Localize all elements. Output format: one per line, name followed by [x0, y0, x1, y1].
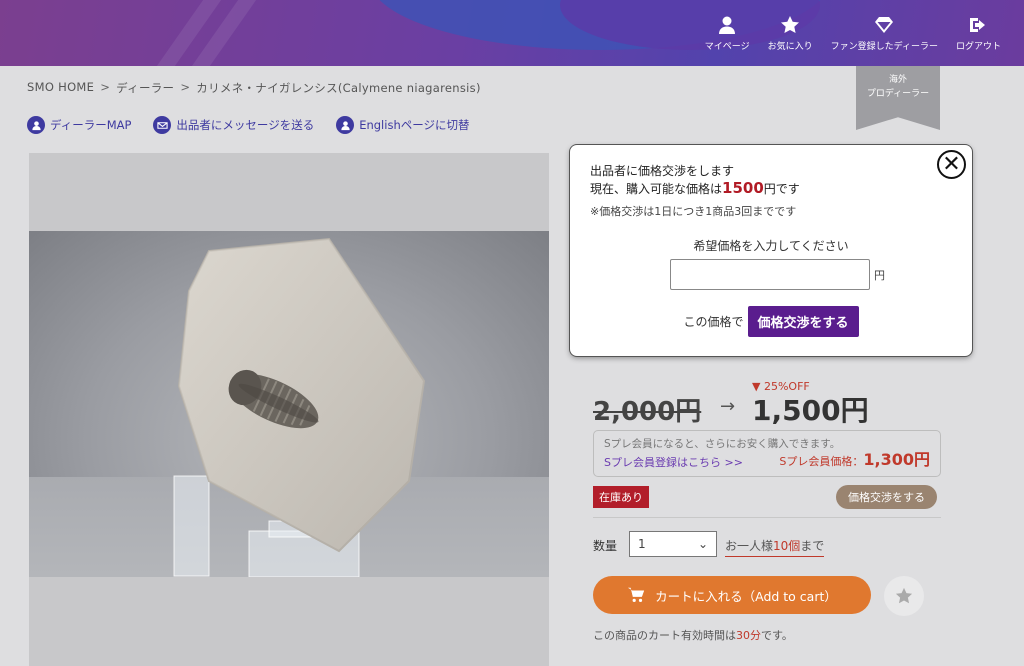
nav-label: ファン登録したディーラー: [830, 41, 938, 52]
popup-line2-pre: 現在、購入可能な価格は: [590, 182, 723, 196]
mail-icon: [153, 116, 172, 134]
original-price: 2,000円: [593, 397, 702, 427]
nav-label: マイページ: [704, 41, 750, 52]
breadcrumb: SMO HOME > ディーラー > カリメネ・ナイガレンシス(Calymene…: [27, 80, 481, 96]
price-input-row: 円: [670, 259, 885, 290]
current-price: 1,500円: [752, 394, 869, 427]
user-circle-icon: [27, 116, 45, 134]
nav-logout[interactable]: ログアウト: [947, 0, 1010, 66]
site-header: マイページ お気に入り ファン登録したディーラー ログアウト: [0, 0, 1024, 66]
nav-label: ログアウト: [955, 41, 1001, 52]
breadcrumb-home[interactable]: SMO HOME: [27, 80, 94, 96]
divider: [593, 517, 941, 518]
member-price-label: Sプレ会員価格：: [779, 455, 864, 468]
link-label: ディーラーMAP: [50, 118, 132, 132]
cart-time-post: です。: [761, 629, 793, 642]
quantity-select[interactable]: 1 ⌄: [629, 531, 717, 557]
close-icon[interactable]: ✕: [937, 150, 966, 179]
user-icon: [719, 16, 736, 34]
cart-icon: [628, 587, 645, 603]
purchase-limit: お一人様10個まで: [725, 537, 825, 557]
spre-member-price: Sプレ会員価格：1,300円: [779, 446, 930, 470]
price-arrow: →: [720, 396, 736, 417]
cart-time-note: この商品のカート有効時間は30分です。: [593, 627, 793, 643]
price-negotiation-modal: ✕ 出品者に価格交渉をします 現在、購入可能な価格は1500円です ※価格交渉は…: [570, 145, 972, 356]
logout-icon: [970, 17, 986, 32]
nav-label: お気に入り: [767, 41, 813, 52]
cart-time-pre: この商品のカート有効時間は: [593, 629, 736, 642]
breadcrumb-separator: >: [180, 80, 191, 94]
popup-current-price: 1500: [722, 179, 764, 197]
limit-post: まで: [800, 539, 825, 553]
message-seller-link[interactable]: 出品者にメッセージを送る: [153, 116, 314, 134]
star-icon: [895, 587, 913, 604]
quantity-value: 1: [638, 537, 646, 551]
nav-mypage[interactable]: マイページ: [696, 0, 759, 66]
user-switch-icon: [336, 116, 355, 134]
product-photo: [29, 231, 549, 577]
fossil-illustration: [173, 237, 426, 577]
link-label: Englishページに切替: [359, 118, 470, 132]
popup-note: ※価格交渉は1日につき1商品3回までです: [590, 205, 797, 218]
popup-action-row: この価格で 価格交渉をする: [570, 306, 972, 337]
spre-member-box: Sプレ会員になると、さらにお安く購入できます。 Sプレ会員登録はこちら >> S…: [593, 430, 941, 477]
breadcrumb-current: カリメネ・ナイガレンシス(Calymene niagarensis): [196, 81, 481, 95]
member-price-value: 1,300円: [863, 450, 930, 469]
limit-pre: お一人様: [725, 539, 774, 553]
dealer-links: ディーラーMAP 出品者にメッセージを送る Englishページに切替: [27, 116, 470, 134]
popup-line2: 現在、購入可能な価格は1500円です: [590, 180, 952, 198]
nav-fan-dealers[interactable]: ファン登録したディーラー: [822, 0, 947, 66]
star-icon: [781, 15, 800, 33]
english-page-link[interactable]: Englishページに切替: [336, 116, 470, 134]
action-prefix: この価格で: [683, 315, 744, 329]
breadcrumb-dealer[interactable]: ディーラー: [116, 80, 174, 96]
product-image-frame[interactable]: [29, 153, 549, 666]
popup-line2-post: 円です: [763, 182, 800, 196]
negotiate-price-button[interactable]: 価格交渉をする: [836, 485, 937, 509]
header-nav: マイページ お気に入り ファン登録したディーラー ログアウト: [696, 0, 1010, 66]
nav-favorites[interactable]: お気に入り: [759, 0, 822, 66]
submit-negotiation-button[interactable]: 価格交渉をする: [747, 306, 859, 337]
dealer-map-link[interactable]: ディーラーMAP: [27, 116, 131, 134]
ribbon-line2: プロディーラー: [866, 89, 930, 99]
quantity-label: 数量: [593, 539, 618, 553]
favorite-button[interactable]: [884, 576, 924, 616]
desired-price-input[interactable]: [670, 259, 870, 290]
add-to-cart-button[interactable]: カートに入れる（Add to cart）: [593, 576, 871, 614]
link-label: 出品者にメッセージを送る: [176, 118, 315, 132]
cart-time-number: 30分: [736, 629, 761, 642]
stock-badge: 在庫あり: [593, 486, 649, 508]
chevron-down-icon: ⌄: [697, 537, 708, 551]
diamond-icon: [875, 16, 894, 33]
popup-line1: 出品者に価格交渉をします: [590, 164, 735, 178]
breadcrumb-separator: >: [100, 80, 111, 94]
pro-dealer-ribbon: 海外 プロディーラー: [856, 66, 940, 130]
ribbon-line1: 海外: [888, 75, 907, 85]
price-unit: 円: [874, 268, 885, 282]
add-to-cart-label: カートに入れる（Add to cart）: [655, 588, 837, 604]
limit-number: 10個: [773, 539, 801, 553]
popup-ask: 希望価格を入力してください: [693, 239, 849, 253]
